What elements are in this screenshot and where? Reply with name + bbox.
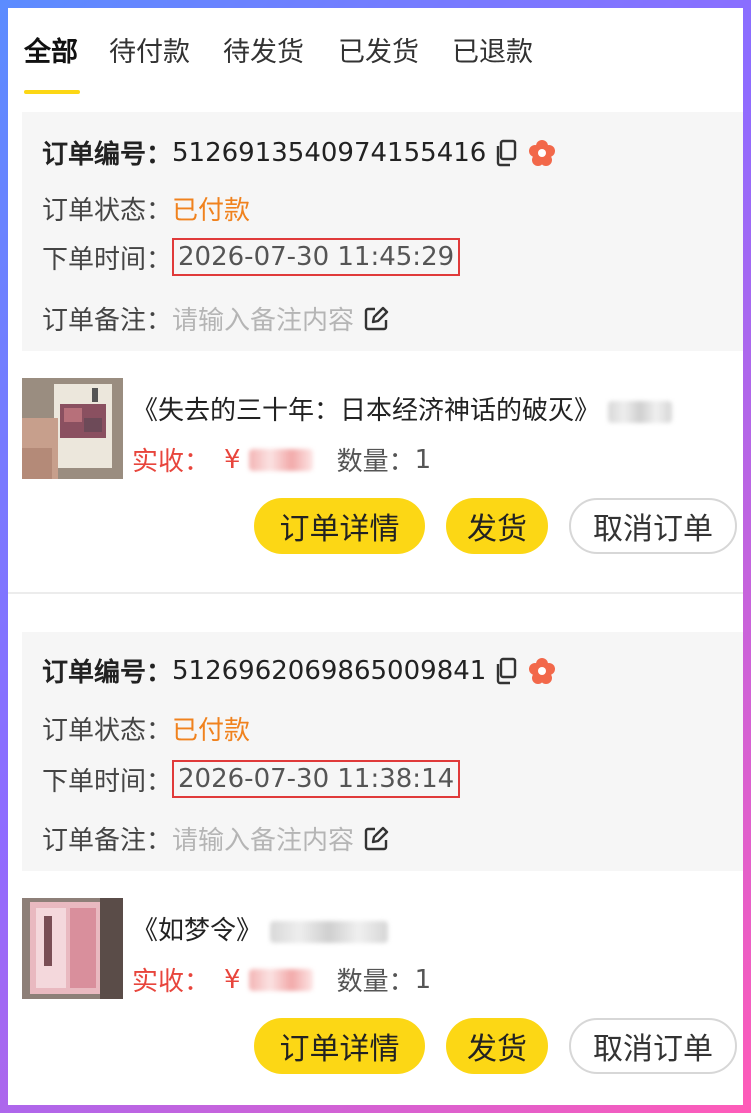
tab-shipped[interactable]: 已发货 xyxy=(338,30,419,69)
redacted-text xyxy=(270,920,389,943)
flower-icon[interactable] xyxy=(528,657,556,685)
product-title[interactable]: 《如梦令》 xyxy=(132,916,262,946)
order-remark-row[interactable]: 订单备注： 请输入备注内容 xyxy=(42,300,390,337)
order-time-label: 下单时间： xyxy=(42,766,173,797)
order-status-row: 订单状态： 已付款 xyxy=(42,190,250,227)
received-label: 实收： xyxy=(132,967,211,997)
order-time-value: 2026-07-30 11:45:29 xyxy=(172,238,461,276)
order-time-row: 下单时间： 2026-07-30 11:38:14 xyxy=(42,760,461,798)
copy-icon[interactable] xyxy=(494,657,520,685)
ship-button[interactable]: 发货 xyxy=(446,1018,548,1074)
order-number-value: 5126913540974155416 xyxy=(172,137,487,168)
edit-icon[interactable] xyxy=(362,305,390,333)
copy-icon[interactable] xyxy=(494,139,520,167)
order-divider xyxy=(8,592,743,594)
product-title-row: 《失去的三十年：日本经济神话的破灭》 xyxy=(132,390,673,427)
received-label: 实收： xyxy=(132,447,211,477)
order-status-label: 订单状态： xyxy=(42,716,173,746)
edit-icon[interactable] xyxy=(362,825,390,853)
order-info-card: 订单编号： 5126913540974155416 订单状态： 已付款 下单时间… xyxy=(22,112,743,351)
price-row: 实收： ¥ 数量： 1 xyxy=(132,961,431,998)
order-time-value: 2026-07-30 11:38:14 xyxy=(172,760,461,798)
tab-all[interactable]: 全部 xyxy=(24,30,78,69)
active-tab-indicator xyxy=(24,90,80,94)
price-row: 实收： ¥ 数量： 1 xyxy=(132,441,431,478)
order-detail-button[interactable]: 订单详情 xyxy=(254,498,425,554)
order-number-value: 5126962069865009841 xyxy=(172,655,487,686)
cancel-order-button[interactable]: 取消订单 xyxy=(569,1018,737,1074)
order-time-row: 下单时间： 2026-07-30 11:45:29 xyxy=(42,238,461,276)
quantity-value: 1 xyxy=(414,444,432,475)
quantity-value: 1 xyxy=(414,964,432,995)
remark-input[interactable]: 请输入备注内容 xyxy=(172,300,354,337)
order-remark-label: 订单备注： xyxy=(42,306,173,336)
order-time-label: 下单时间： xyxy=(42,244,173,275)
order-status-value: 已付款 xyxy=(172,716,251,746)
order-status-value: 已付款 xyxy=(172,196,251,226)
tab-pending-shipment[interactable]: 待发货 xyxy=(223,30,304,69)
order-number-label: 订单编号： xyxy=(42,140,173,170)
order-number-row: 订单编号： 5126962069865009841 xyxy=(42,652,556,689)
quantity-label: 数量： xyxy=(336,447,415,477)
order-list-screen: 全部 待付款 待发货 已发货 已退款 订单编号： 512691354097415… xyxy=(8,8,743,1105)
remark-input[interactable]: 请输入备注内容 xyxy=(172,820,354,857)
quantity-label: 数量： xyxy=(336,967,415,997)
order-remark-row[interactable]: 订单备注： 请输入备注内容 xyxy=(42,820,390,857)
redacted-price xyxy=(248,968,313,991)
order-info-card: 订单编号： 5126962069865009841 订单状态： 已付款 下单时间… xyxy=(22,632,743,871)
redacted-price xyxy=(248,448,313,471)
order-remark-label: 订单备注： xyxy=(42,826,173,856)
tab-refunded[interactable]: 已退款 xyxy=(452,30,533,69)
redacted-text xyxy=(608,400,673,423)
currency-symbol: ¥ xyxy=(224,444,241,475)
ship-button[interactable]: 发货 xyxy=(446,498,548,554)
order-number-row: 订单编号： 5126913540974155416 xyxy=(42,134,556,171)
order-number-label: 订单编号： xyxy=(42,658,173,688)
order-detail-button[interactable]: 订单详情 xyxy=(254,1018,425,1074)
flower-icon[interactable] xyxy=(528,139,556,167)
order-status-label: 订单状态： xyxy=(42,196,173,226)
product-thumbnail[interactable] xyxy=(22,898,123,999)
order-status-row: 订单状态： 已付款 xyxy=(42,710,250,747)
status-tabs: 全部 待付款 待发货 已发货 已退款 xyxy=(8,8,743,106)
product-thumbnail[interactable] xyxy=(22,378,123,479)
tab-pending-payment[interactable]: 待付款 xyxy=(109,30,190,69)
product-title[interactable]: 《失去的三十年：日本经济神话的破灭》 xyxy=(132,396,600,426)
product-title-row: 《如梦令》 xyxy=(132,910,389,947)
cancel-order-button[interactable]: 取消订单 xyxy=(569,498,737,554)
currency-symbol: ¥ xyxy=(224,964,241,995)
